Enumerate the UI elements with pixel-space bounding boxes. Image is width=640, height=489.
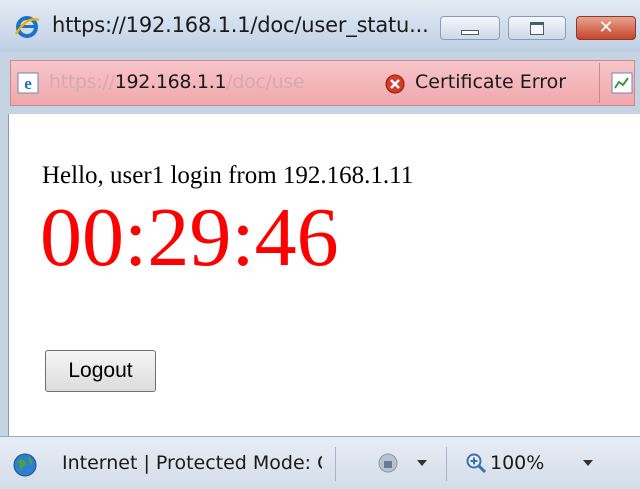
browser-window: https://192.168.1.1/doc/user_statu... ✕ …: [0, 0, 640, 489]
ie-page-icon: e: [17, 72, 39, 94]
minimize-icon: [461, 29, 479, 35]
url-scheme: https://: [49, 71, 115, 93]
status-divider: [335, 447, 336, 481]
zoom-level[interactable]: 100%: [490, 452, 544, 474]
close-button[interactable]: ✕: [576, 16, 636, 40]
security-zone[interactable]: Internet | Protected Mode: On: [62, 452, 322, 474]
url-path: /doc/use: [226, 71, 305, 93]
title-bar[interactable]: https://192.168.1.1/doc/user_statu... ✕: [0, 0, 640, 52]
close-icon: ✕: [598, 17, 614, 38]
security-zone-label: Internet | Protected Mode: On: [62, 452, 322, 474]
session-timer: 00:29:46: [40, 191, 339, 284]
certificate-error-label[interactable]: Certificate Error: [415, 71, 566, 93]
url-text[interactable]: https://192.168.1.1/doc/use: [49, 71, 305, 93]
window-title: https://192.168.1.1/doc/user_statu...: [52, 13, 429, 37]
protected-mode-icon[interactable]: [376, 451, 400, 475]
chevron-down-icon[interactable]: [417, 460, 427, 466]
internet-explorer-icon: [14, 16, 40, 38]
chevron-down-icon[interactable]: [583, 460, 593, 466]
zoom-icon[interactable]: [465, 452, 487, 474]
svg-text:e: e: [24, 74, 32, 93]
status-bar: Internet | Protected Mode: On 100%: [0, 436, 640, 489]
certificate-error-icon[interactable]: [384, 73, 406, 95]
address-bar-divider: [599, 63, 600, 103]
logout-button[interactable]: Logout: [45, 350, 156, 392]
globe-icon: [13, 453, 37, 477]
greeting-text: Hello, user1 login from 192.168.1.11: [42, 162, 414, 189]
rss-feed-icon[interactable]: [611, 72, 633, 94]
url-host: 192.168.1.1: [114, 71, 227, 93]
address-bar[interactable]: e https://192.168.1.1/doc/use Certificat…: [10, 60, 635, 106]
maximize-icon: [530, 21, 544, 35]
maximize-button[interactable]: [508, 16, 566, 40]
status-divider: [446, 447, 447, 481]
minimize-button[interactable]: [440, 16, 500, 40]
